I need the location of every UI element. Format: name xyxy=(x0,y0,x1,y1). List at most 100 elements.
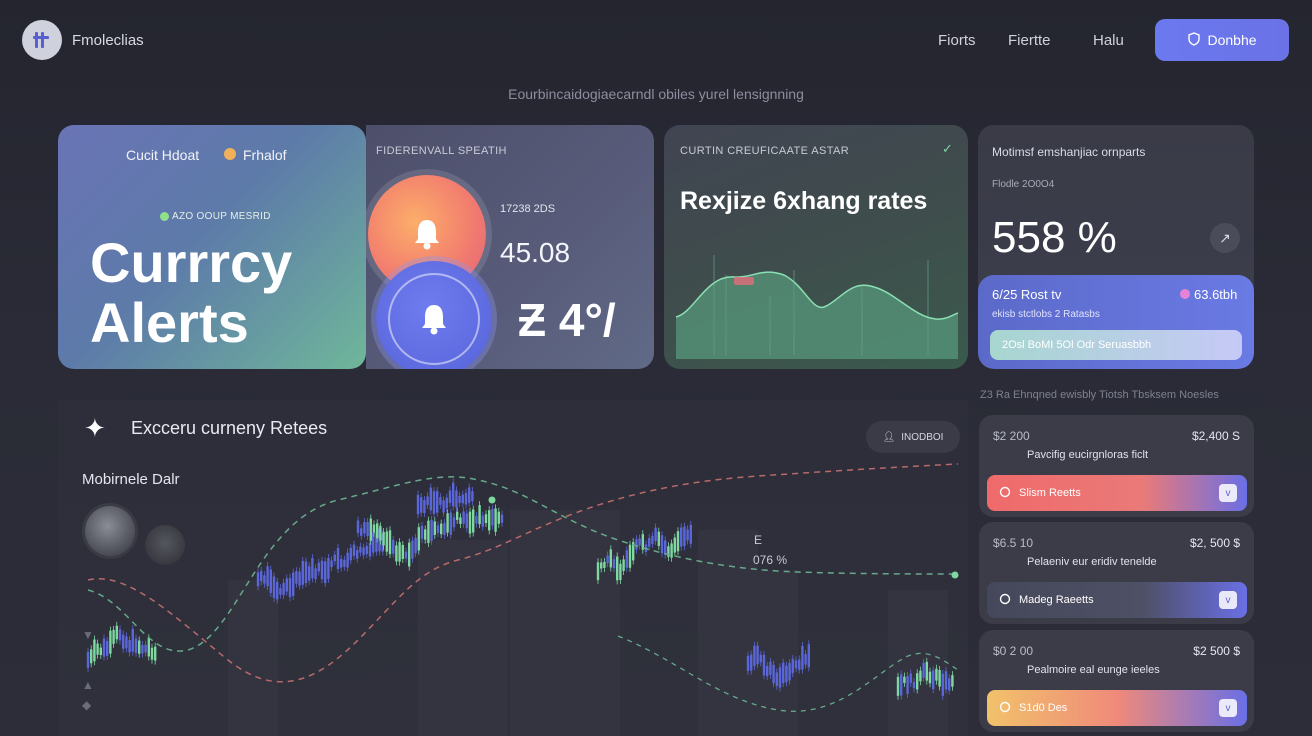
list-item-right: $2, 500 $ xyxy=(1189,536,1240,550)
avatar[interactable] xyxy=(85,506,135,556)
list-item[interactable]: $2 200 $2,400 S Pavcifig eucirgnloras fi… xyxy=(979,415,1254,517)
list-item[interactable]: $0 2 00 $2 500 $ Pealmoire eal eunge iee… xyxy=(979,630,1254,732)
candle-body xyxy=(478,505,481,525)
list-item-action[interactable]: Madeg Raeetts v xyxy=(987,582,1247,618)
candle-body xyxy=(426,496,429,505)
candle-body xyxy=(458,495,461,503)
candle-body xyxy=(689,524,692,544)
chevron-down-icon[interactable]: v xyxy=(1219,591,1237,609)
list-item-text: Pavcifig eucirgnloras ficlt xyxy=(1027,449,1149,461)
sparkle-icon: ✦ xyxy=(84,413,106,443)
list-item-right: $2,400 S xyxy=(1191,429,1240,443)
cta-button[interactable]: Donbhe xyxy=(1155,19,1289,61)
panel-action-bar[interactable]: 2Osl BoMI 5Ol Odr Seruasbbh xyxy=(990,330,1242,360)
candle-body xyxy=(263,575,266,584)
hero-card[interactable]: Cucit Hdoat Frhalof AZO OOUP MESRID Curr… xyxy=(58,125,366,369)
candle-body xyxy=(651,535,654,544)
candle-body xyxy=(122,634,125,649)
list-item-action[interactable]: Slism Reetts v xyxy=(987,475,1247,511)
candle-body xyxy=(266,566,269,587)
candle-body xyxy=(314,568,317,580)
candle-body xyxy=(276,581,279,600)
candle-body xyxy=(600,562,603,569)
candle-body xyxy=(900,674,903,696)
candle-body xyxy=(340,558,343,568)
chevron-down-icon[interactable]: v xyxy=(1219,699,1237,717)
nav-item-3[interactable]: Halu xyxy=(1093,32,1124,49)
candle-body xyxy=(327,557,330,579)
alert-bell-blue[interactable] xyxy=(376,261,492,369)
candle-body xyxy=(118,629,122,641)
live-dot xyxy=(160,212,169,221)
user-icon: 👤︎ xyxy=(882,431,896,443)
candle-body xyxy=(424,529,427,540)
nav-item-2[interactable]: Fiertte xyxy=(1008,32,1051,49)
candle-body xyxy=(500,514,504,523)
list-item-action-label: Slism Reetts xyxy=(1019,487,1081,499)
candle-body xyxy=(801,645,804,670)
list-item[interactable]: $6.5 10 $2, 500 $ Pelaeniv eur eridiv te… xyxy=(979,522,1254,624)
logo-icon[interactable] xyxy=(22,20,62,60)
candle-body xyxy=(494,508,497,532)
candle-body xyxy=(951,675,954,687)
chevron-down-icon[interactable]: v xyxy=(1219,484,1237,502)
candle-body xyxy=(683,526,686,547)
candle-body xyxy=(488,510,491,531)
percent-card[interactable]: Motimsf emshanjiac ornparts Flodle 2O0O4… xyxy=(978,125,1254,369)
candle-body xyxy=(648,538,651,547)
candle-body xyxy=(385,531,388,552)
candle-body xyxy=(363,521,366,534)
chevron-up-icon[interactable]: ▲ xyxy=(82,678,94,692)
list-item-left: $2 200 xyxy=(993,429,1030,443)
panel-dot xyxy=(1180,289,1190,299)
candle-body xyxy=(356,550,359,559)
filter-pill[interactable]: 👤︎ INODBOI xyxy=(866,421,960,453)
candle-body xyxy=(794,660,798,669)
arrow-icon[interactable]: ↗ xyxy=(1210,223,1240,253)
rates-sparkline xyxy=(675,255,958,359)
rates-title: Rexjize 6xhang rates xyxy=(680,187,928,215)
chevron-down-icon[interactable]: ▼ xyxy=(82,628,94,642)
candle-body xyxy=(349,547,352,561)
candle-body xyxy=(288,577,292,598)
candle-body xyxy=(925,661,928,681)
candlestick-chart[interactable] xyxy=(58,460,968,736)
candle-body xyxy=(625,550,628,568)
rates-card[interactable]: CURTIN CREUFICAATE ASTAR ✓ Rexjize 6xhan… xyxy=(664,125,968,369)
nav-item-1[interactable]: Fiorts xyxy=(938,32,976,49)
candle-body xyxy=(778,667,782,688)
list-item-action[interactable]: S1d0 Des v xyxy=(987,690,1247,726)
rates-heading: CURTIN CREUFICAATE ASTAR xyxy=(680,145,850,157)
hero-title: Currrcy Alerts xyxy=(90,233,292,353)
candle-body xyxy=(903,676,906,683)
candle-body xyxy=(452,482,455,507)
candle-body xyxy=(769,661,772,675)
candle-body xyxy=(99,647,102,656)
panel-row-left: 6/25 Rost tv xyxy=(992,287,1062,302)
percent-value: 558 % xyxy=(992,213,1117,262)
candle-body xyxy=(301,560,304,585)
candle-body xyxy=(279,588,282,595)
avatar-secondary[interactable] xyxy=(145,525,185,565)
candle-body xyxy=(491,508,494,526)
candle-body xyxy=(596,562,600,581)
candle-body xyxy=(404,551,408,559)
bell-icon xyxy=(999,701,1011,716)
candle-body xyxy=(756,645,759,665)
candle-body xyxy=(928,671,932,684)
candle-body xyxy=(442,500,445,513)
candle-body xyxy=(295,571,298,584)
candle-body xyxy=(336,548,340,569)
brand-name: Fmoleclias xyxy=(72,32,144,49)
candle-body xyxy=(138,640,141,654)
alerts-card[interactable]: FIDERENVALL SPEATIH 17238 2DS 45.08 Ƶ 4°… xyxy=(366,125,654,369)
candle-body xyxy=(372,524,376,533)
candle-body xyxy=(366,522,369,537)
candle-body xyxy=(429,487,432,511)
diamond-icon[interactable]: ◆ xyxy=(82,698,91,712)
candle-body xyxy=(298,571,301,586)
candle-body xyxy=(775,672,778,686)
candle-body xyxy=(376,523,379,539)
candle-body xyxy=(112,629,115,644)
candle-body xyxy=(497,511,500,524)
